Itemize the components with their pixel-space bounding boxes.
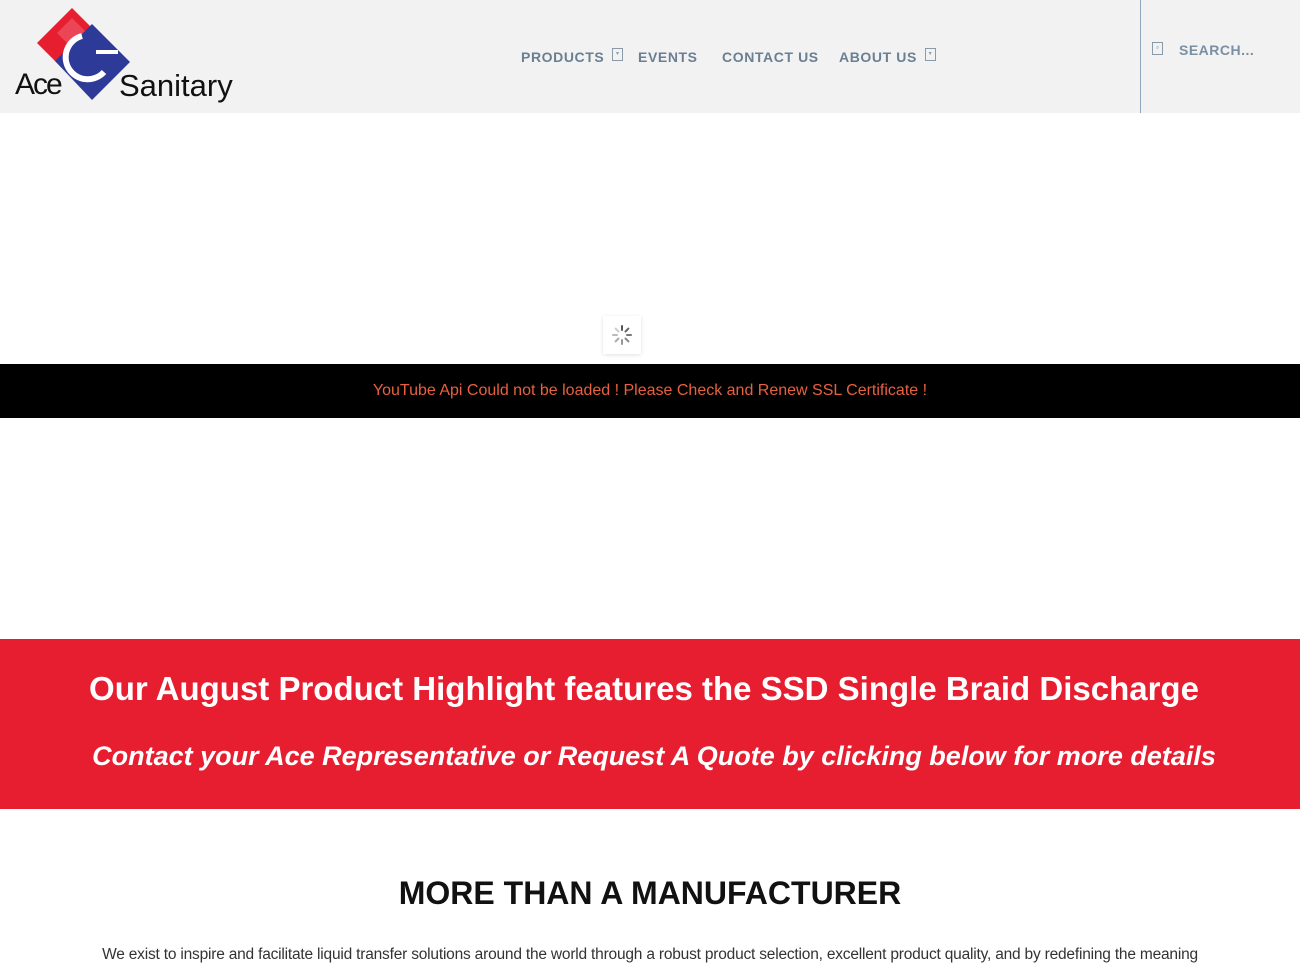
nav-item-label: ABOUT US	[839, 49, 917, 65]
search-icon[interactable]: ⌕	[1152, 41, 1163, 55]
nav-item-products[interactable]: PRODUCTS ▾	[521, 47, 624, 65]
logo-word-ace: Ace	[15, 68, 63, 101]
video-error-bar: YouTube Api Could not be loaded ! Please…	[0, 364, 1300, 418]
intro-title: MORE THAN A MANUFACTURER	[398, 875, 902, 911]
nav-item-label: EVENTS	[638, 49, 698, 65]
search-input[interactable]	[1179, 42, 1289, 58]
chevron-down-icon[interactable]: ▾	[924, 47, 936, 61]
ace-sanitary-logo[interactable]: Ace Sanitary	[12, 6, 242, 106]
site-header: Ace Sanitary PRODUCTS ▾ EVENTS CONTACT U…	[0, 0, 1300, 113]
video-error-message: YouTube Api Could not be loaded ! Please…	[372, 382, 928, 399]
banner-title: Our August Product Highlight features th…	[89, 670, 1199, 707]
nav-item-about-us[interactable]: ABOUT US ▾	[839, 47, 936, 65]
logo-word-sanitary: Sanitary	[119, 68, 233, 103]
spinner-icon	[603, 316, 641, 354]
search-divider	[1140, 0, 1141, 113]
nav-item-label: PRODUCTS	[521, 49, 605, 65]
chevron-down-icon[interactable]: ▾	[612, 47, 624, 61]
nav-item-events[interactable]: EVENTS	[638, 49, 698, 65]
banner-subtitle: Contact your Ace Representative or Reque…	[92, 741, 1216, 771]
nav-item-contact-us[interactable]: CONTACT US	[722, 49, 819, 65]
search-box: ⌕	[1152, 41, 1289, 58]
intro-text: We exist to inspire and facilitate liqui…	[102, 946, 1198, 963]
product-highlight-banner[interactable]	[0, 639, 1300, 809]
nav-item-label: CONTACT US	[722, 49, 819, 65]
